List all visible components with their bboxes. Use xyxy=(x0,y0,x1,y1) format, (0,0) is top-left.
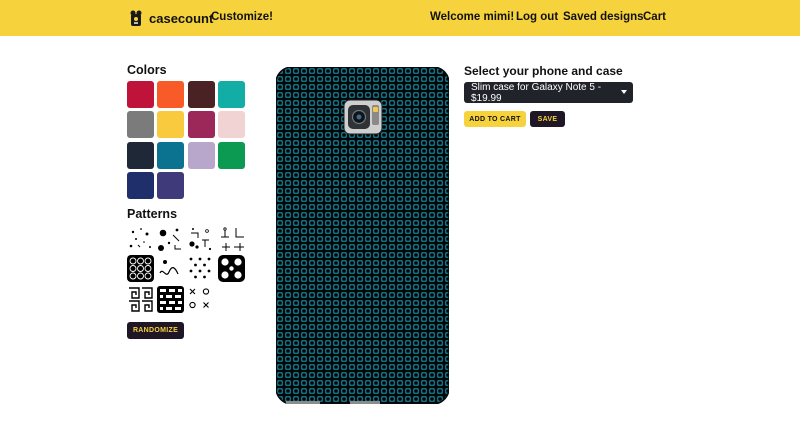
color-swatch[interactable] xyxy=(127,111,154,139)
color-swatch[interactable] xyxy=(217,81,245,108)
color-swatch[interactable] xyxy=(157,81,185,108)
brand-logo-icon xyxy=(130,10,142,26)
colors-heading: Colors xyxy=(127,63,167,77)
brand-link[interactable]: casecount xyxy=(127,8,213,28)
nav-customize-link[interactable]: Customize! xyxy=(211,11,273,23)
add-to-cart-button[interactable]: ADD TO CART xyxy=(464,111,526,127)
pattern-confetti-dots[interactable] xyxy=(127,225,154,252)
patterns-heading: Patterns xyxy=(127,207,178,221)
nav-welcome-text: Welcome mimi! xyxy=(430,11,515,23)
color-swatch[interactable] xyxy=(157,141,185,169)
chevron-down-icon xyxy=(621,90,627,94)
save-button[interactable]: SAVE xyxy=(530,111,565,127)
phone-case-preview xyxy=(275,66,450,405)
pattern-polka-dots[interactable] xyxy=(187,255,214,282)
nav-logout-link[interactable]: Log out xyxy=(516,11,558,23)
nav-cart-link[interactable]: Cart xyxy=(643,11,666,23)
randomize-button[interactable]: RANDOMIZE xyxy=(127,322,184,339)
brand-name: casecount xyxy=(149,10,214,26)
color-swatch[interactable] xyxy=(217,141,245,169)
camera-module-icon xyxy=(343,99,383,135)
color-swatch[interactable] xyxy=(187,141,215,169)
pattern-x-and-o[interactable] xyxy=(187,286,214,313)
pattern-scribble[interactable] xyxy=(157,255,184,282)
nav-saved-designs-link[interactable]: Saved designs xyxy=(563,11,644,23)
color-swatch[interactable] xyxy=(157,171,185,199)
color-swatch[interactable] xyxy=(157,111,185,139)
pattern-brick-blocks[interactable] xyxy=(157,286,184,313)
phone-case-select[interactable]: Slim case for Galaxy Note 5 - $19.99 xyxy=(464,81,633,104)
color-swatch[interactable] xyxy=(127,171,154,199)
pattern-flower-lattice[interactable] xyxy=(127,255,154,282)
top-navbar: casecount Customize! Welcome mimi! Log o… xyxy=(0,0,800,36)
color-swatch[interactable] xyxy=(187,111,215,139)
pattern-circuit-lines[interactable] xyxy=(157,225,184,252)
pattern-circuit-mixed[interactable] xyxy=(187,225,214,252)
color-swatch[interactable] xyxy=(217,111,245,139)
select-current-value: Slim case for Galaxy Note 5 - $19.99 xyxy=(471,81,602,104)
select-phone-heading: Select your phone and case xyxy=(464,64,623,78)
pattern-rounded-circles[interactable] xyxy=(218,255,245,282)
color-swatch[interactable] xyxy=(127,141,154,169)
color-swatch[interactable] xyxy=(187,81,215,108)
pattern-greek-key[interactable] xyxy=(127,286,154,313)
color-swatch[interactable] xyxy=(127,81,154,108)
pattern-circuit-t[interactable] xyxy=(218,225,245,252)
